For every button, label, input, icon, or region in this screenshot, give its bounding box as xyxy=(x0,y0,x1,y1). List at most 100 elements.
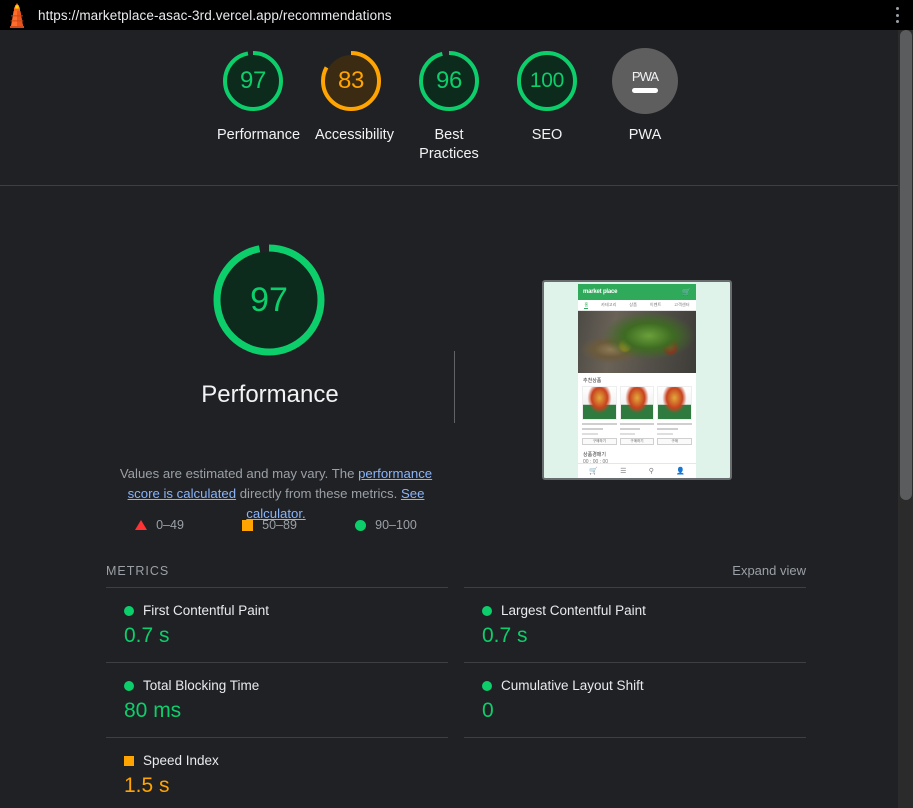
status-dot-pass-icon xyxy=(124,680,134,691)
thumb-product-card: 구매하기 xyxy=(619,386,655,445)
score-label-pwa: PWA xyxy=(628,127,662,143)
square-icon xyxy=(242,519,254,531)
thumb-buy-button: 구매하기 xyxy=(582,438,617,445)
metric-value: 80 ms xyxy=(124,699,182,722)
thumb-hero-image xyxy=(578,311,696,373)
score-gauge-pwa[interactable]: PWA PWA xyxy=(596,48,694,145)
page-screenshot-thumbnail[interactable]: market place 🛒 홈 카테고리 상품 이벤트 고객센터 추천상품 구… xyxy=(542,280,732,480)
thumb-product-title xyxy=(582,422,617,425)
metric-name: Cumulative Layout Shift xyxy=(501,678,644,693)
metric-placeholder xyxy=(464,737,806,808)
page-title: Performance xyxy=(201,381,339,408)
browser-top-bar: https://marketplace-asac-3rd.vercel.app/… xyxy=(0,0,913,30)
score-gauge-performance[interactable]: 97 Performance xyxy=(204,48,302,145)
metric-name: Speed Index xyxy=(143,753,219,768)
gauge-value-seo: 100 xyxy=(529,69,565,92)
metric-largest-contentful-paint[interactable]: Largest Contentful Paint 0.7 s xyxy=(464,587,806,662)
metric-value: 0.7 s xyxy=(482,624,528,647)
gauge-ring-accessibility: 83 xyxy=(318,48,384,114)
performance-category-panel: 97 Performance market place 🛒 홈 카테고리 상품 … xyxy=(0,186,898,797)
thumb-product-image xyxy=(582,386,617,420)
gauge-ring-best-practices: 96 xyxy=(416,48,482,114)
thumb-section-title: 추천상품 xyxy=(583,378,602,384)
thumb-product-card: 구매하기 xyxy=(582,386,617,445)
metric-cumulative-layout-shift[interactable]: Cumulative Layout Shift 0 xyxy=(464,662,806,737)
score-label-seo: SEO xyxy=(531,127,563,143)
metric-speed-index[interactable]: Speed Index 1.5 s xyxy=(106,737,448,808)
thumb-buy-button: 구매하기 xyxy=(619,438,655,445)
thumb-nav-item: 홈 xyxy=(584,301,589,309)
legend-item-pass: 90–100 xyxy=(355,518,417,532)
thumb-product-title xyxy=(657,422,693,425)
thumb-product-list: 구매하기 구매하기 구매 xyxy=(578,386,696,445)
estimate-disclaimer: Values are estimated and may vary. The p… xyxy=(106,464,446,524)
lighthouse-icon xyxy=(10,3,24,28)
pwa-null-dash-icon xyxy=(632,88,658,93)
gauge-ring-seo: 100 xyxy=(514,48,580,114)
thumb-product-price xyxy=(582,432,598,435)
profile-icon: 👤 xyxy=(676,468,685,475)
scrollbar-thumb[interactable] xyxy=(900,30,912,500)
legend-range-pass: 90–100 xyxy=(375,518,417,532)
shopping-cart-icon: 🛒 xyxy=(682,289,691,296)
legend-item-fail: 0–49 xyxy=(135,518,184,532)
gauge-ring-performance-large: 97 xyxy=(209,240,329,360)
thumb-nav-item: 고객센터 xyxy=(674,302,690,307)
score-gauge-seo[interactable]: 100 SEO xyxy=(498,48,596,145)
thumb-site-header: market place 🛒 xyxy=(578,284,696,300)
gauge-value-performance: 97 xyxy=(239,67,267,94)
thumb-buy-button: 구매 xyxy=(657,438,693,445)
metric-name: First Contentful Paint xyxy=(143,603,270,618)
vertical-divider xyxy=(454,351,455,423)
status-square-average-icon xyxy=(124,755,134,766)
metric-first-contentful-paint[interactable]: First Contentful Paint 0.7 s xyxy=(106,587,448,662)
triangle-icon xyxy=(135,520,148,530)
legend-range-average: 50–89 xyxy=(262,518,297,532)
thumb-product-brand xyxy=(582,427,603,430)
metric-value: 1.5 s xyxy=(124,774,170,797)
home-icon: 🛒 xyxy=(589,468,598,475)
score-gauge-best-practices[interactable]: 96 Best Practices xyxy=(400,48,498,164)
thumb-nav-item: 카테고리 xyxy=(601,302,617,307)
thumb-footer-title: 상품경매기 xyxy=(583,452,607,458)
thumb-product-price xyxy=(619,432,636,435)
status-dot-pass-icon xyxy=(482,605,492,616)
legend-range-fail: 0–49 xyxy=(156,518,184,532)
thumb-product-image xyxy=(619,386,655,420)
thumb-tabbar: 🛒 ☰ ⚲ 👤 xyxy=(578,463,696,478)
lighthouse-report: 97 Performance 83 Accessibility 96 Best … xyxy=(0,30,898,808)
estimate-prefix: Values are estimated and may vary. The xyxy=(119,466,359,481)
thumb-product-price xyxy=(657,432,673,435)
metric-value: 0 xyxy=(482,699,494,722)
metric-value: 0.7 s xyxy=(124,624,170,647)
kebab-menu-icon[interactable] xyxy=(889,6,905,24)
metrics-grid: First Contentful Paint 0.7 s Largest Con… xyxy=(106,587,806,808)
thumb-product-title xyxy=(619,422,655,425)
score-gauge-accessibility[interactable]: 83 Accessibility xyxy=(302,48,400,145)
screenshot-content: market place 🛒 홈 카테고리 상품 이벤트 고객센터 추천상품 구… xyxy=(578,284,696,478)
metric-total-blocking-time[interactable]: Total Blocking Time 80 ms xyxy=(106,662,448,737)
pwa-badge-text: PWA xyxy=(631,69,659,84)
thumb-nav-item: 이벤트 xyxy=(649,302,662,307)
metrics-section-label: METRICS xyxy=(106,564,170,578)
metrics-header: METRICS Expand view xyxy=(106,563,806,578)
legend-item-average: 50–89 xyxy=(242,518,297,532)
circle-icon xyxy=(355,519,367,531)
thumb-nav: 홈 카테고리 상품 이벤트 고객센터 xyxy=(578,300,696,311)
search-icon: ⚲ xyxy=(648,468,654,475)
gauge-value-accessibility: 83 xyxy=(337,67,365,94)
expand-view-button[interactable]: Expand view xyxy=(732,563,806,578)
gauge-value-best-practices: 96 xyxy=(435,67,463,94)
score-legend: 0–49 50–89 90–100 xyxy=(106,518,446,532)
score-label-best-practices: Best Practices xyxy=(419,127,479,162)
thumb-nav-item: 상품 xyxy=(629,302,637,307)
score-label-accessibility: Accessibility xyxy=(315,127,394,143)
list-icon: ☰ xyxy=(620,468,627,475)
thumb-product-brand xyxy=(657,427,679,430)
status-dot-pass-icon xyxy=(482,680,492,691)
page-scrollbar[interactable] xyxy=(898,30,913,808)
estimate-middle: directly from these metrics. xyxy=(236,486,401,501)
metric-name: Largest Contentful Paint xyxy=(501,603,646,618)
thumb-product-brand xyxy=(619,427,641,430)
performance-hero: 97 Performance market place 🛒 홈 카테고리 상품 … xyxy=(0,186,898,480)
